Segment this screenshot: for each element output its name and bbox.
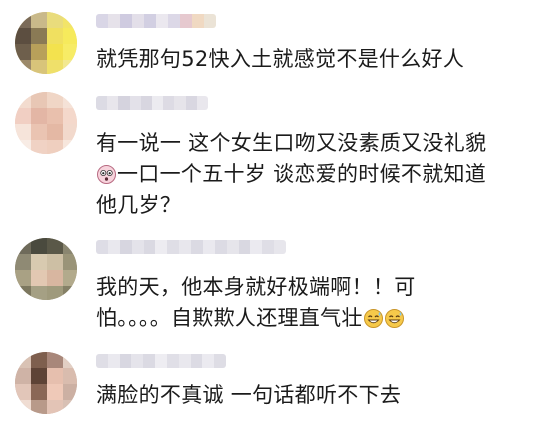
username-blurred[interactable] <box>96 14 216 28</box>
comment-item: 满脸的不真诚 一句话都听不下去 <box>0 340 548 423</box>
avatar[interactable] <box>15 92 77 154</box>
comment-text: 我的天，他本身就好极端啊！！可 怕。。。。自欺欺人还理直气壮 <box>96 272 416 334</box>
comment-line-with-emoji: 怕。。。。自欺欺人还理直气壮 <box>96 303 416 334</box>
comment-item: 我的天，他本身就好极端啊！！可 怕。。。。自欺欺人还理直气壮 <box>0 230 548 340</box>
avatar[interactable] <box>15 352 77 414</box>
comment-item: 有一说一 这个女生口吻又没素质又没礼貌 一口一个五十岁 谈恋爱的时候不就知道 他… <box>0 90 548 230</box>
username-blurred[interactable] <box>96 240 286 254</box>
username-blurred[interactable] <box>96 354 226 368</box>
comment-line: 有一说一 这个女生口吻又没素质又没礼貌 <box>96 131 487 155</box>
username-blurred[interactable] <box>96 96 208 110</box>
sweat-grin-emoji <box>384 309 404 328</box>
comment-line: 他几岁？ <box>96 193 182 217</box>
comment-text: 有一说一 这个女生口吻又没素质又没礼貌 一口一个五十岁 谈恋爱的时候不就知道 他… <box>96 128 486 221</box>
comment-line: 就凭那句52快入土就感觉不是什么好人 <box>96 47 465 71</box>
sweat-grin-emoji <box>363 309 383 328</box>
shocked-face-emoji <box>97 165 116 184</box>
comment-line: 满脸的不真诚 一句话都听不下去 <box>96 383 402 407</box>
avatar[interactable] <box>15 12 77 74</box>
comment-line: 我的天，他本身就好极端啊！！可 <box>96 275 416 299</box>
comment-item: 就凭那句52快入土就感觉不是什么好人 <box>0 0 548 90</box>
comment-text: 满脸的不真诚 一句话都听不下去 <box>96 380 401 411</box>
comment-line-with-emoji: 一口一个五十岁 谈恋爱的时候不就知道 <box>96 159 486 190</box>
avatar[interactable] <box>15 238 77 300</box>
comment-line: 怕。。。。自欺欺人还理直气壮 <box>96 306 363 330</box>
comment-text: 就凭那句52快入土就感觉不是什么好人 <box>96 44 464 75</box>
comment-line: 一口一个五十岁 谈恋爱的时候不就知道 <box>117 162 487 186</box>
